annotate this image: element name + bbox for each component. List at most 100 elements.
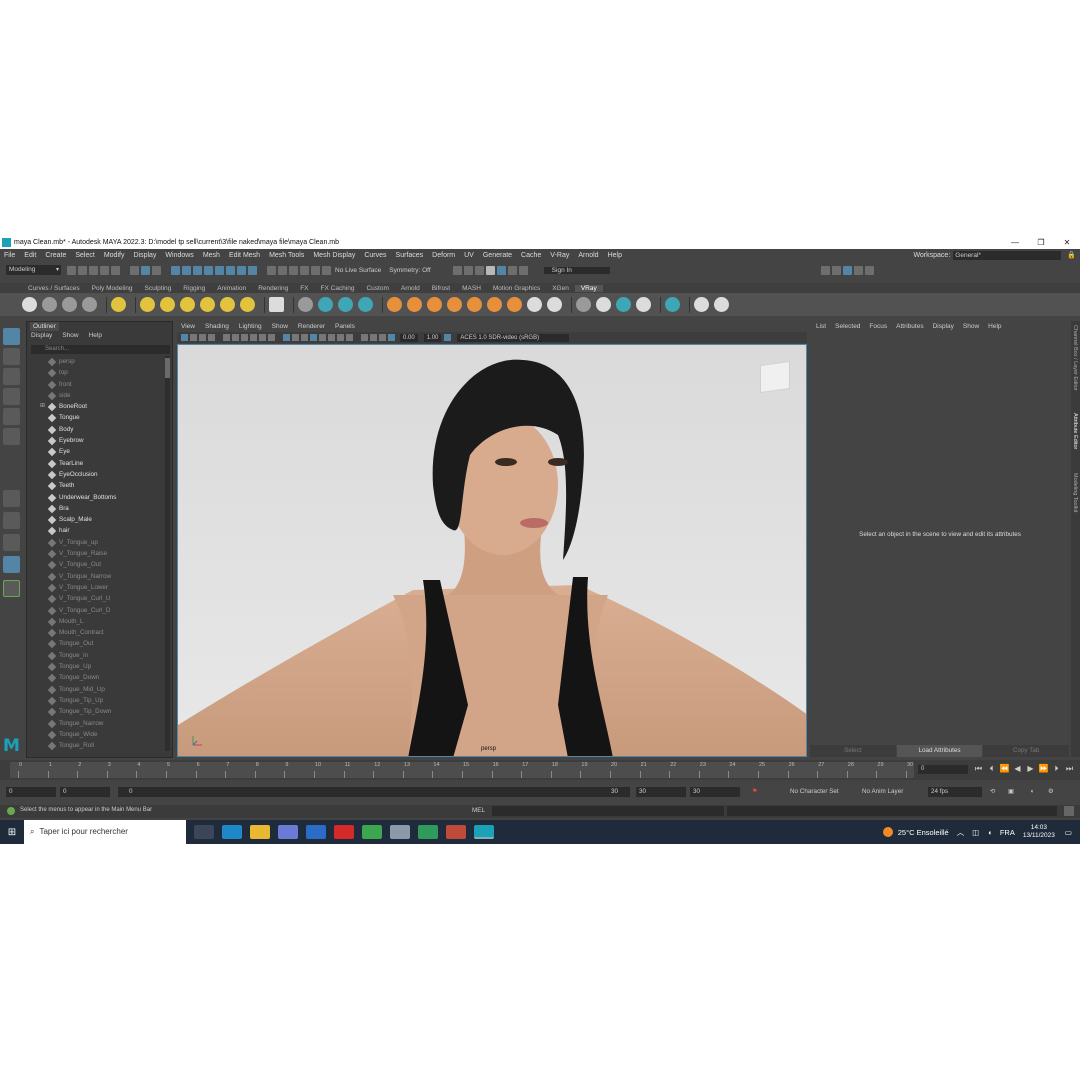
outliner-item[interactable]: Tongue_Tip_Down	[27, 706, 167, 717]
outliner-item[interactable]: Tongue_Up	[27, 661, 167, 672]
isolate-select-icon[interactable]	[361, 334, 368, 341]
vray-fog-icon[interactable]	[487, 297, 502, 312]
save-scene-icon[interactable]	[89, 265, 98, 275]
viewport-menu-renderer[interactable]: Renderer	[298, 323, 325, 330]
perspective-viewport[interactable]: persp	[177, 344, 807, 757]
ipr-render-icon[interactable]	[463, 265, 473, 275]
menu-uv[interactable]: UV	[464, 252, 474, 259]
outliner-item[interactable]: V_Tongue_up	[27, 537, 167, 548]
outliner-item[interactable]: Tongue_Tip_Up	[27, 695, 167, 706]
vray-render-icon[interactable]	[496, 265, 506, 275]
pause-icon[interactable]	[518, 265, 528, 275]
outliner-item[interactable]: V_Tongue_Curl_U	[27, 593, 167, 604]
outliner-item[interactable]: Tongue_Roll	[27, 740, 167, 751]
shadows-icon[interactable]	[328, 334, 335, 341]
tray-chevron-icon[interactable]: ︿	[957, 827, 965, 838]
outliner-menu-display[interactable]: Display	[31, 332, 52, 339]
clock[interactable]: 14:03 13/11/2023	[1023, 824, 1055, 840]
menu-vray[interactable]: V-Ray	[550, 252, 569, 259]
loop-icon[interactable]: ⟲	[990, 787, 995, 797]
attr-menu-display[interactable]: Display	[933, 323, 954, 330]
vray-ies-light-icon[interactable]	[200, 297, 215, 312]
menu-mesh[interactable]: Mesh	[203, 252, 220, 259]
redo-icon[interactable]	[111, 265, 120, 275]
view-transform-dropdown[interactable]: ACES 1.0 SDR-video (sRGB)	[457, 333, 570, 342]
mask-lights-icon[interactable]	[226, 265, 235, 275]
live-surface-field[interactable]: No Live Surface	[335, 267, 381, 274]
mask-surfaces-icon[interactable]	[193, 265, 202, 275]
shelf-tab-poly-modeling[interactable]: Poly Modeling	[86, 285, 139, 292]
time-slider-track[interactable]: 0 1 2 3 4 5 6 7 8 9 10 11 12 13 14 15 16 17 18 19 20 21 22 23 24…	[10, 762, 914, 778]
outliner-item[interactable]: V_Tongue_Curl_D	[27, 605, 167, 616]
vray-scatter-icon[interactable]	[447, 297, 462, 312]
outliner-item[interactable]: V_Tongue_Narrow	[27, 571, 167, 582]
vray-sphere-light-icon[interactable]	[140, 297, 155, 312]
outliner-item[interactable]: Underwear_Bottoms	[27, 492, 167, 503]
menu-deform[interactable]: Deform	[432, 252, 455, 259]
outliner-search-input[interactable]: Search...	[31, 345, 170, 354]
outliner-item[interactable]: Tongue_Wide	[27, 729, 167, 740]
menu-select[interactable]: Select	[75, 252, 94, 259]
mask-cameras-icon[interactable]	[237, 265, 246, 275]
shelf-tab-mash[interactable]: MASH	[456, 285, 487, 292]
notifications-icon[interactable]: ▭	[1065, 828, 1072, 837]
render-view-icon[interactable]	[507, 265, 517, 275]
four-pane-layout-icon[interactable]	[3, 512, 20, 529]
menu-generate[interactable]: Generate	[483, 252, 512, 259]
vray-plane-icon[interactable]	[269, 297, 284, 312]
mask-deform-icon[interactable]	[204, 265, 213, 275]
store-icon[interactable]	[278, 825, 298, 839]
copy-tab-button[interactable]: Copy Tab	[983, 745, 1070, 757]
outliner-menu-help[interactable]: Help	[89, 332, 102, 339]
vray-decal-icon[interactable]	[427, 297, 442, 312]
vray-help-icon[interactable]	[694, 297, 709, 312]
animation-end-field[interactable]: 30	[690, 787, 740, 797]
auto-key-icon[interactable]: ⚑	[752, 787, 758, 797]
playback-start-field[interactable]: 0	[60, 787, 110, 797]
file-explorer-icon[interactable]	[250, 825, 270, 839]
outliner-menu-show[interactable]: Show	[62, 332, 78, 339]
step-back-frame-icon[interactable]: ⏪	[998, 764, 1011, 774]
textured-icon[interactable]	[310, 334, 317, 341]
outliner-item[interactable]: EyeOcclusion	[27, 469, 167, 480]
script-editor-icon[interactable]	[1064, 806, 1074, 816]
vray-mtl-library-icon[interactable]	[636, 297, 651, 312]
vray-material-icon[interactable]	[527, 297, 542, 312]
outliner-item[interactable]: Scalp_Male	[27, 514, 167, 525]
taskbar-search-input[interactable]: ⌕ Taper ici pour rechercher	[24, 820, 186, 844]
camera-attributes-icon[interactable]	[190, 334, 197, 341]
sign-in-button[interactable]: Sign In	[543, 266, 610, 274]
step-forward-key-icon[interactable]: ⏵	[1050, 764, 1063, 774]
attr-menu-focus[interactable]: Focus	[869, 323, 887, 330]
mail-icon[interactable]	[306, 825, 326, 839]
anti-aliasing-icon[interactable]	[346, 334, 353, 341]
xray-joints-icon[interactable]	[379, 334, 386, 341]
menu-windows[interactable]: Windows	[165, 252, 193, 259]
shelf-tab-animation[interactable]: Animation	[211, 285, 252, 292]
vray-logo-icon[interactable]	[714, 297, 729, 312]
lights-icon[interactable]	[319, 334, 326, 341]
task-view-icon[interactable]	[194, 825, 214, 839]
outliner-item[interactable]: Tongue	[27, 412, 167, 423]
expand-icon[interactable]: ⊞	[40, 401, 45, 412]
menu-edit-mesh[interactable]: Edit Mesh	[229, 252, 260, 259]
go-to-start-icon[interactable]: ⏮	[972, 764, 985, 774]
menu-help[interactable]: Help	[608, 252, 622, 259]
shelf-tab-fx[interactable]: FX	[294, 285, 314, 292]
outliner-item[interactable]: Tongue_Down	[27, 672, 167, 683]
outliner-item[interactable]: front	[27, 379, 167, 390]
menu-arnold[interactable]: Arnold	[578, 252, 598, 259]
wireframe-icon[interactable]	[283, 334, 290, 341]
outliner-item[interactable]: Body	[27, 424, 167, 435]
shelf-tab-sculpting[interactable]: Sculpting	[139, 285, 178, 292]
outliner-item[interactable]: V_Tongue_Lower	[27, 582, 167, 593]
outliner-item[interactable]: TearLine	[27, 458, 167, 469]
viewport-menu-shading[interactable]: Shading	[205, 323, 229, 330]
ambient-occlusion-icon[interactable]	[337, 334, 344, 341]
vray-cosmos-icon[interactable]	[665, 297, 680, 312]
vray-clipper-icon[interactable]	[407, 297, 422, 312]
snap-surface-icon[interactable]	[311, 265, 320, 275]
bookmark-icon[interactable]	[199, 334, 206, 341]
volume-icon[interactable]: ◖	[987, 828, 992, 837]
vray-gear-icon[interactable]	[547, 297, 562, 312]
